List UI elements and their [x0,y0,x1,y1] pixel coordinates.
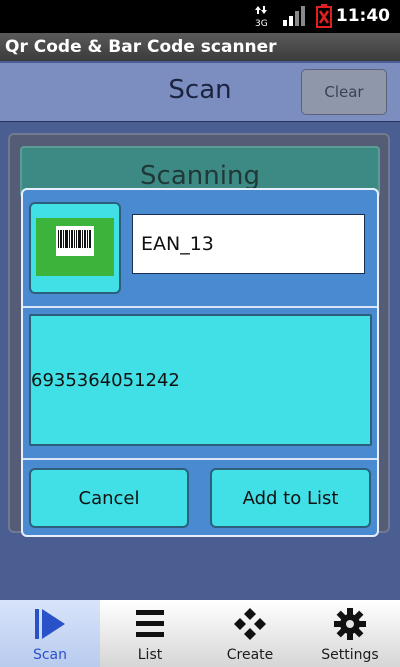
divider [23,306,377,308]
data-transfer-icon: 3G [254,5,268,29]
network-type: 3G [255,19,268,27]
scan-result-dialog: EAN_13 6935364051242 Cancel Add to List [21,188,379,537]
nav-tab-list[interactable]: List [100,600,200,667]
battery-low-icon [316,4,332,32]
barcode-image [56,226,94,256]
nav-tab-scan[interactable]: Scan [0,600,100,667]
nav-label-scan: Scan [32,647,68,663]
nav-label-list: List [137,647,163,663]
diamond-pattern-icon [230,606,270,642]
nav-tab-create[interactable]: Create [200,600,300,667]
nav-tab-settings[interactable]: Settings [300,600,400,667]
add-to-list-button[interactable]: Add to List [210,468,371,528]
status-bar: 3G 11:40 [0,0,400,33]
barcode-photo [36,218,114,276]
barcode-thumbnail [29,202,121,294]
list-icon [130,606,170,642]
scan-header: Scan Clear [0,63,400,122]
cancel-button[interactable]: Cancel [29,468,189,528]
code-value-field[interactable]: 6935364051242 [29,314,372,446]
clock: 11:40 [335,6,390,26]
nav-label-create: Create [226,647,274,663]
code-type-field[interactable]: EAN_13 [132,214,365,274]
code-value-text: 6935364051242 [31,369,180,391]
bottom-nav: Scan List Create Settings [0,600,400,667]
clear-button[interactable]: Clear [301,69,387,115]
app-title: Qr Code & Bar Code scanner [0,33,400,61]
play-icon [30,606,70,642]
nav-label-settings: Settings [321,647,379,663]
divider [23,458,377,460]
gear-icon [330,606,370,642]
signal-icon [283,6,305,30]
